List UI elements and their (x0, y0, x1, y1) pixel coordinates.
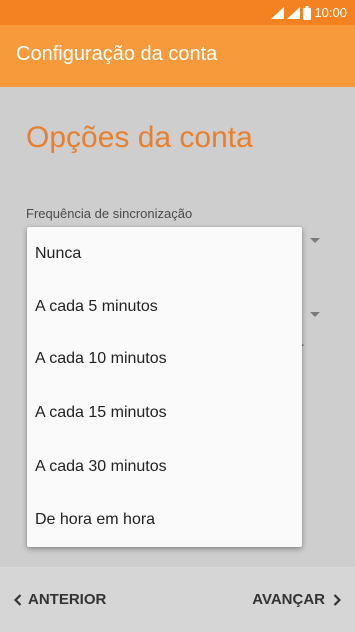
dropdown-option[interactable]: A cada 30 minutos (35, 452, 167, 482)
status-time: 10:00 (314, 5, 347, 20)
previous-label: ANTERIOR (28, 591, 107, 608)
dropdown-option[interactable]: De hora em hora (35, 505, 155, 535)
next-label: AVANÇAR (252, 591, 325, 608)
chevron-down-icon[interactable] (310, 312, 320, 317)
previous-button[interactable]: ANTERIOR (14, 591, 106, 608)
signal-icon (271, 6, 285, 19)
dropdown-option[interactable]: A cada 15 minutos (35, 398, 167, 428)
app-bar: Configuração da conta (0, 25, 355, 87)
sync-frequency-label: Frequência de sincronização (26, 206, 193, 221)
dropdown-option[interactable]: A cada 10 minutos (35, 344, 167, 374)
status-bar: 10:00 (0, 0, 355, 25)
chevron-right-icon (333, 593, 341, 606)
chevron-down-icon[interactable] (310, 238, 320, 243)
sync-frequency-dropdown: Nunca A cada 5 minutos A cada 10 minutos… (27, 227, 302, 547)
bottom-nav-bar: ANTERIOR AVANÇAR (0, 567, 355, 632)
page-heading: Opções da conta (26, 121, 253, 154)
battery-icon (303, 5, 312, 20)
dropdown-option[interactable]: A cada 5 minutos (35, 292, 158, 322)
dropdown-option[interactable]: Nunca (35, 239, 81, 269)
app-title: Configuração da conta (16, 43, 218, 65)
chevron-left-icon (14, 593, 22, 606)
status-icons: 10:00 (271, 4, 347, 21)
next-button[interactable]: AVANÇAR (252, 591, 341, 608)
signal-icon (287, 6, 301, 19)
